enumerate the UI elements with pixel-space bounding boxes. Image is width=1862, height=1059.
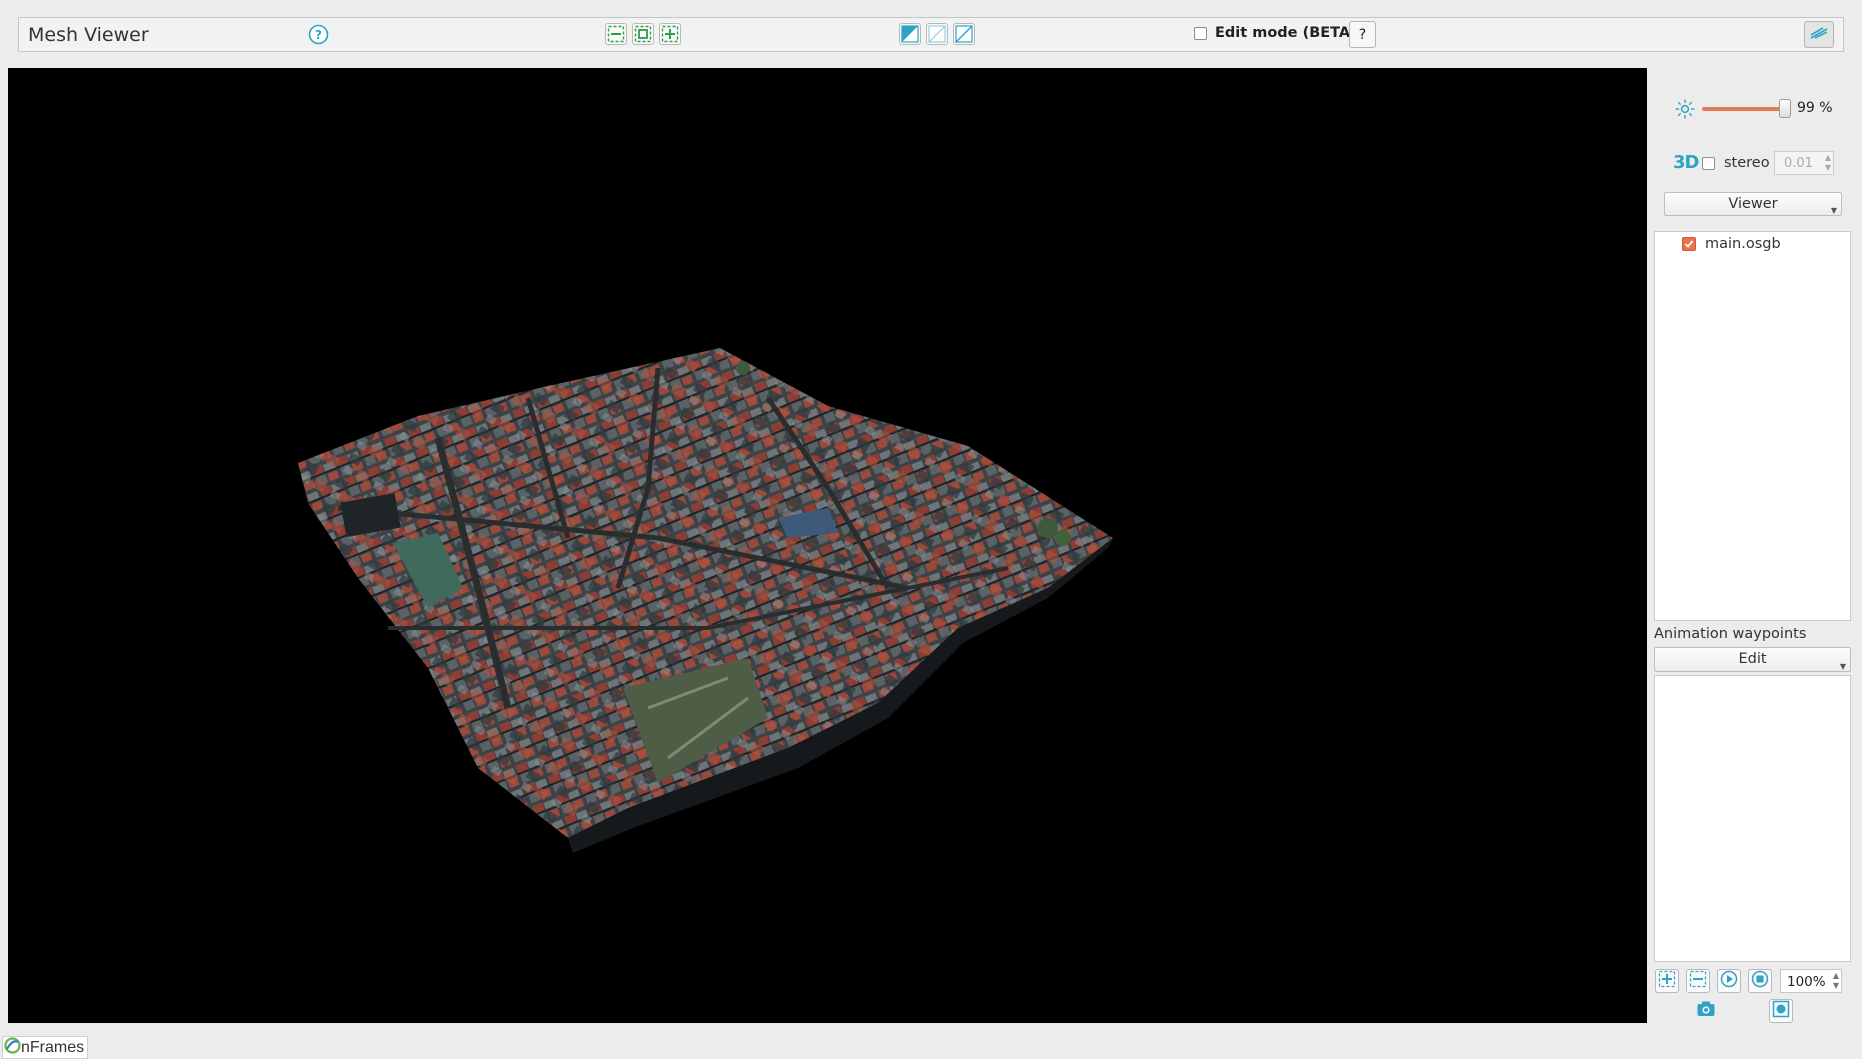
panel-toggle-button[interactable] — [1804, 21, 1834, 48]
city-mesh-render — [298, 348, 1113, 853]
wireframe-button[interactable] — [953, 23, 975, 45]
wireframe-light-icon — [928, 25, 946, 43]
logo-swirl-icon — [4, 1036, 21, 1059]
3d-icon: 3D — [1673, 152, 1699, 173]
remove-waypoint-icon — [1689, 970, 1707, 992]
layer-checkbox[interactable] — [1682, 237, 1696, 251]
mode-dropdown-value: Viewer — [1728, 196, 1778, 212]
stereo-label: stereo — [1724, 155, 1770, 171]
spin-arrows-icon[interactable]: ▲ ▼ — [1833, 971, 1839, 991]
stereo-control: 3D stereo 0.01 ▲ ▼ — [1654, 150, 1854, 176]
add-waypoint-icon — [1658, 970, 1676, 992]
edit-mode-toggle[interactable]: Edit mode (BETA) — [1194, 25, 1357, 41]
sun-icon — [1674, 98, 1696, 124]
svg-text:?: ? — [315, 28, 322, 42]
app-title: Mesh Viewer — [28, 24, 149, 46]
remove-waypoint-button[interactable] — [1686, 969, 1710, 993]
screenshot-icon — [1772, 1000, 1790, 1022]
mode-dropdown[interactable]: Viewer ▼ — [1664, 192, 1842, 216]
stop-icon — [1751, 970, 1769, 992]
dropdown-arrow-icon: ▼ — [1830, 206, 1837, 215]
stereo-checkbox[interactable] — [1702, 157, 1715, 170]
layer-name: main.osgb — [1705, 236, 1781, 252]
animation-mode-value: Edit — [1738, 651, 1767, 667]
nframes-logo: nFrames — [2, 1036, 89, 1059]
spin-arrows-icon[interactable]: ▲ ▼ — [1825, 153, 1831, 173]
question-circle-icon: ? — [308, 24, 329, 45]
animation-zoom-value: 100% — [1787, 974, 1826, 990]
collapse-panel-icon — [1809, 26, 1829, 44]
top-toolbar: Mesh Viewer ? Edit mode (BETA) ? — [18, 17, 1844, 52]
shaded-view-button[interactable] — [899, 23, 921, 45]
animation-mode-dropdown[interactable]: Edit ▼ — [1654, 647, 1851, 672]
3d-viewport[interactable] — [8, 68, 1647, 1023]
zoom-out-icon — [607, 25, 625, 43]
edit-mode-checkbox[interactable] — [1194, 26, 1207, 40]
waypoint-list[interactable] — [1654, 675, 1851, 962]
edit-mode-help-button[interactable]: ? — [1349, 21, 1376, 48]
layer-list: main.osgb — [1654, 231, 1851, 621]
logo-text: nFrames — [21, 1038, 85, 1056]
zoom-out-button[interactable] — [605, 23, 627, 45]
brightness-slider-track[interactable] — [1702, 107, 1784, 111]
zoom-in-icon — [661, 25, 679, 43]
shaded-solid-icon — [901, 25, 919, 43]
zoom-in-button[interactable] — [659, 23, 681, 45]
right-panel: 99 % 3D stereo 0.01 ▲ ▼ Viewer ▼ main.osg… — [1654, 68, 1854, 1023]
stop-button[interactable] — [1748, 969, 1772, 993]
stereo-separation-value: 0.01 — [1784, 156, 1813, 171]
fit-view-button[interactable] — [632, 23, 654, 45]
wireframe-icon — [955, 25, 973, 43]
light-wireframe-button[interactable] — [926, 23, 948, 45]
animation-waypoints-label: Animation waypoints — [1654, 626, 1807, 642]
camera-icon — [1696, 1000, 1716, 1022]
edit-mode-label: Edit mode (BETA) — [1215, 25, 1357, 41]
stereo-separation-input[interactable]: 0.01 ▲ ▼ — [1774, 151, 1834, 175]
brightness-value: 99 % — [1797, 100, 1833, 116]
animation-zoom-input[interactable]: 100% ▲ ▼ — [1780, 969, 1842, 993]
camera-button[interactable] — [1694, 999, 1718, 1023]
layer-item[interactable]: main.osgb — [1682, 236, 1781, 252]
add-waypoint-button[interactable] — [1655, 969, 1679, 993]
fit-view-icon — [634, 25, 652, 43]
screenshot-button[interactable] — [1769, 999, 1793, 1023]
play-button[interactable] — [1717, 969, 1741, 993]
play-icon — [1720, 970, 1738, 992]
brightness-slider-handle[interactable] — [1779, 99, 1791, 118]
help-button[interactable]: ? — [307, 23, 329, 45]
brightness-control: 99 % — [1654, 96, 1854, 122]
